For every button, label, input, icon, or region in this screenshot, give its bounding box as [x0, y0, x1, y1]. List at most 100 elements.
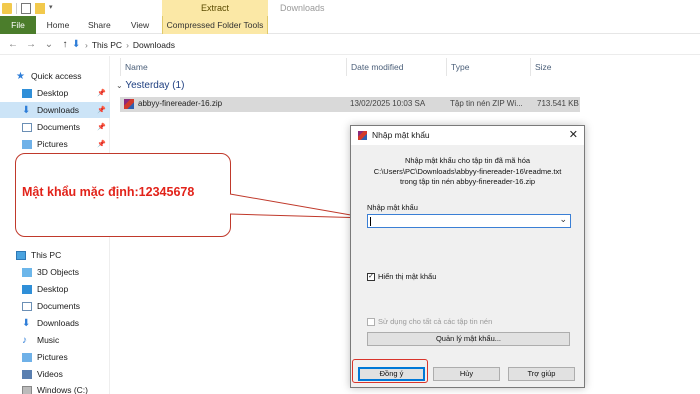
sidebar-item-label: This PC [31, 250, 62, 260]
column-header-size[interactable]: Size [530, 58, 590, 76]
folder-icon[interactable] [2, 2, 12, 14]
up-icon[interactable]: ↑ [58, 38, 72, 52]
extract-tab-header[interactable]: Extract [162, 0, 268, 16]
pin-icon[interactable]: 📌 [97, 106, 106, 114]
sidebar-item-label: Pictures [37, 352, 68, 362]
back-icon[interactable]: ← [6, 38, 20, 52]
address-bar[interactable]: ⬇ › This PC › Downloads [72, 37, 692, 53]
sidebar-item-label: Music [37, 335, 60, 345]
tab-home[interactable]: Home [36, 16, 80, 34]
pictures-icon [22, 139, 32, 149]
pin-icon[interactable]: 📌 [97, 140, 106, 148]
password-input[interactable]: ⌄ [367, 214, 571, 228]
video-icon [22, 369, 32, 379]
pin-icon[interactable]: 📌 [97, 89, 106, 97]
sidebar-item-3d-objects[interactable]: 3D Objects [0, 264, 110, 280]
column-header-date[interactable]: Date modified [346, 58, 446, 76]
sidebar-item-pc-downloads[interactable]: ⬇ Downloads [0, 315, 110, 331]
ribbon-tabs: File Home Share View Compressed Folder T… [0, 16, 268, 34]
help-button[interactable]: Trợ giúp [508, 367, 575, 381]
drive-icon [22, 385, 32, 394]
cancel-button[interactable]: Hủy [433, 367, 500, 381]
breadcrumb-downloads[interactable]: Downloads [133, 40, 175, 50]
sidebar-item-music[interactable]: ♪ Music [0, 332, 110, 348]
winrar-icon [358, 131, 367, 140]
dialog-message-line1: Nhập mật khẩu cho tập tin đã mã hóa [404, 156, 531, 165]
sidebar-item-label: Documents [37, 301, 80, 311]
sidebar-item-label: Windows (C:) [37, 385, 89, 394]
chevron-down-icon[interactable]: ▾ [49, 3, 55, 14]
sidebar-item-windows-c[interactable]: Windows (C:) [0, 382, 110, 394]
sidebar-item-this-pc[interactable]: This PC [0, 247, 110, 263]
dialog-message-path: C:\Users\PC\Downloads\abbyy-finereader-1… [373, 167, 562, 176]
group-header[interactable]: ⌄ Yesterday (1) [116, 80, 184, 91]
show-password-checkbox[interactable]: ✓ [367, 272, 375, 281]
pictures-icon [22, 352, 32, 362]
sidebar-item-quick-access[interactable]: ★ Quick access [0, 68, 110, 84]
sidebar-item-desktop[interactable]: Desktop 📌 [0, 85, 110, 101]
text-cursor [370, 217, 371, 226]
desktop-icon [22, 88, 32, 98]
breadcrumb-sep: › [126, 40, 129, 50]
chevron-down-icon: ⌄ [116, 81, 123, 90]
recent-locations-icon[interactable]: ⌄ [42, 38, 56, 52]
pin-icon[interactable]: 📌 [97, 123, 106, 131]
tab-share[interactable]: Share [80, 16, 118, 34]
sidebar-item-label: Desktop [37, 284, 69, 294]
sidebar-item-label: Desktop [37, 88, 69, 98]
table-row[interactable]: abbyy-finereader-16.zip 13/02/2025 10:03… [120, 97, 580, 112]
use-for-all-checkbox[interactable] [367, 317, 375, 326]
quick-access-toolbar: ▾ [2, 0, 55, 16]
forward-icon[interactable]: → [24, 38, 38, 52]
ok-button-highlight [352, 359, 428, 383]
music-icon: ♪ [22, 334, 27, 346]
sidebar-item-label: Quick access [31, 71, 82, 81]
sidebar-item-pictures[interactable]: Pictures 📌 [0, 136, 110, 152]
separator [16, 2, 17, 14]
star-icon: ★ [16, 70, 25, 82]
close-icon[interactable]: ✕ [569, 128, 578, 141]
dialog-titlebar[interactable]: Nhập mật khẩu ✕ [351, 126, 584, 145]
sidebar-item-label: Documents [37, 122, 80, 132]
desktop-icon [22, 284, 32, 294]
column-header-name[interactable]: Name [120, 58, 346, 76]
dialog-message-line3: trong tập tin nén abbyy-finereader-16.zi… [399, 177, 536, 186]
sidebar-item-label: Videos [37, 369, 63, 379]
annotation-text: Mật khẩu mặc định:12345678 [22, 185, 195, 199]
password-label: Nhập mật khẩu [367, 203, 418, 212]
sidebar-item-pc-desktop[interactable]: Desktop [0, 281, 110, 297]
chevron-down-icon[interactable]: ⌄ [559, 214, 567, 225]
sidebar-item-label: Downloads [37, 105, 80, 115]
tab-compressed-folder-tools[interactable]: Compressed Folder Tools [162, 16, 268, 34]
zip-archive-icon [124, 99, 134, 109]
downloads-icon: ⬇ [22, 317, 31, 329]
documents-icon [22, 301, 32, 311]
address-row: ← → ⌄ ↑ ⬇ › This PC › Downloads [0, 35, 700, 55]
sidebar-item-documents[interactable]: Documents 📌 [0, 119, 110, 135]
file-name: abbyy-finereader-16.zip [138, 99, 223, 108]
downloads-arrow-icon: ⬇ [72, 39, 81, 50]
documents-icon [22, 122, 32, 132]
show-password-label: Hiển thị mật khẩu [378, 272, 437, 281]
sidebar-item-videos[interactable]: Videos [0, 366, 110, 382]
password-dialog: Nhập mật khẩu ✕ Nhập mật khẩu cho tập ti… [350, 125, 585, 388]
new-folder-icon[interactable] [35, 2, 45, 14]
window-title: Downloads [280, 3, 325, 13]
group-label: Yesterday (1) [125, 80, 185, 91]
sidebar-item-label: Pictures [37, 139, 68, 149]
manage-passwords-button[interactable]: Quản lý mật khẩu... [367, 332, 570, 346]
breadcrumb-sep: › [85, 40, 88, 50]
sidebar-item-pc-documents[interactable]: Documents [0, 298, 110, 314]
computer-icon [16, 250, 26, 260]
sidebar-item-downloads[interactable]: ⬇ Downloads 📌 [0, 102, 110, 118]
sidebar-item-pc-pictures[interactable]: Pictures [0, 349, 110, 365]
use-for-all-option[interactable]: Sử dụng cho tất cả các tập tin nén [367, 317, 492, 326]
column-header-type[interactable]: Type [446, 58, 530, 76]
tab-view[interactable]: View [118, 16, 162, 34]
breadcrumb-this-pc[interactable]: This PC [92, 40, 122, 50]
use-for-all-label: Sử dụng cho tất cả các tập tin nén [378, 317, 493, 326]
show-password-option[interactable]: ✓ Hiển thị mật khẩu [367, 272, 436, 281]
tab-file[interactable]: File [0, 16, 36, 34]
properties-icon[interactable] [21, 2, 31, 14]
sidebar-item-label: Downloads [37, 318, 80, 328]
